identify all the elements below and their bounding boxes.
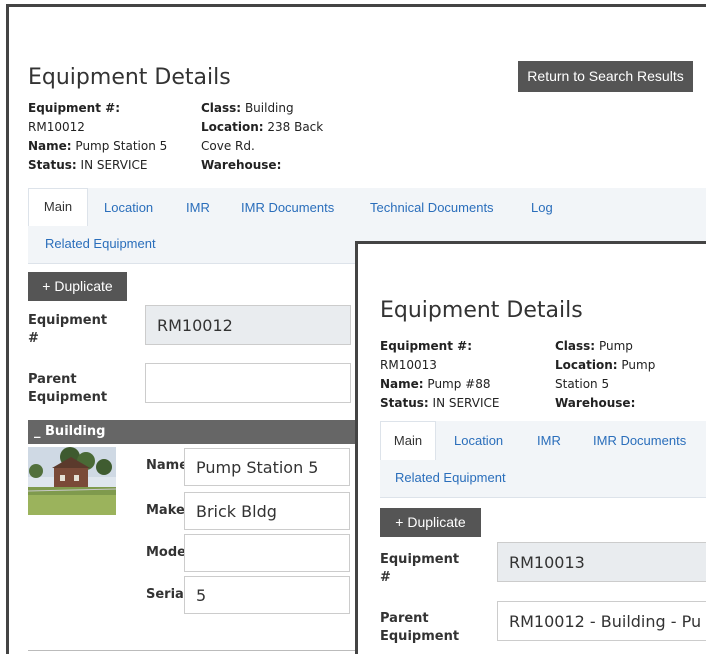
building-section-header[interactable]: _ Building — [28, 420, 368, 444]
name-subfield-label: Name — [146, 458, 189, 473]
equipment-number-value: RM10012 — [28, 120, 85, 134]
divider — [28, 650, 363, 651]
equipment-number-value: RM10013 — [380, 358, 437, 372]
location-value: Pump — [621, 358, 656, 372]
duplicate-button[interactable]: + Duplicate — [28, 272, 127, 301]
building-photo — [28, 447, 116, 515]
class-value: Building — [244, 101, 294, 115]
name-subfield-input[interactable]: Pump Station 5 — [184, 448, 350, 486]
warehouse-label: Warehouse: — [555, 396, 636, 410]
tab-technical-documents[interactable]: Technical Documents — [370, 200, 494, 215]
duplicate-button[interactable]: + Duplicate — [380, 508, 481, 537]
tab-location[interactable]: Location — [104, 200, 153, 215]
warehouse-label: Warehouse: — [201, 158, 282, 172]
name-label: Name: — [380, 377, 424, 391]
tab-related-equipment[interactable]: Related Equipment — [45, 236, 156, 251]
name-label: Name: — [28, 139, 72, 153]
equipment-meta-right: Class: Building Location: 238 Back Cove … — [201, 99, 351, 175]
equipment-meta-left: Equipment #: RM10013 Name: Pump #88 Stat… — [380, 337, 540, 413]
make-subfield-input[interactable]: Brick Bldg — [184, 492, 350, 530]
status-value: IN SERVICE — [432, 396, 500, 410]
page-title: Equipment Details — [380, 298, 583, 323]
equipment-number-label: Equipment #: — [28, 101, 120, 115]
parent-equipment-field-label: Parent Equipment — [380, 611, 460, 644]
serial-subfield-input[interactable]: 5 — [184, 576, 350, 614]
name-value: Pump Station 5 — [75, 139, 168, 153]
equipment-meta-right: Class: Pump Location: Pump Station 5 War… — [555, 337, 705, 413]
class-label: Class: — [201, 101, 242, 115]
model-subfield-label: Mode — [146, 545, 186, 560]
parent-equipment-input[interactable]: RM10012 - Building - Pu — [497, 601, 706, 641]
equipment-number-input[interactable]: RM10013 — [497, 542, 706, 582]
location-value-cont: Cove Rd. — [201, 139, 255, 153]
tab-related-equipment[interactable]: Related Equipment — [395, 470, 506, 485]
make-subfield-label: Make — [146, 503, 185, 518]
tab-main[interactable]: Main — [380, 421, 436, 460]
window-edge — [654, 241, 706, 244]
status-label: Status: — [380, 396, 429, 410]
status-label: Status: — [28, 158, 77, 172]
tab-imr[interactable]: IMR — [186, 200, 210, 215]
parent-equipment-input[interactable] — [145, 363, 351, 403]
tab-main[interactable]: Main — [28, 188, 88, 226]
tab-imr[interactable]: IMR — [537, 433, 561, 448]
equipment-number-field-label: Equipment # — [28, 313, 108, 346]
model-subfield-input[interactable] — [184, 534, 350, 572]
equipment-number-field-label: Equipment # — [380, 552, 460, 585]
name-value: Pump #88 — [427, 377, 491, 391]
tab-bar: Main Location IMR IMR Documents Related … — [380, 421, 706, 498]
location-label: Location: — [201, 120, 264, 134]
return-to-search-results-button[interactable]: Return to Search Results — [518, 61, 693, 92]
tab-imr-documents[interactable]: IMR Documents — [593, 433, 686, 448]
location-value-cont: Station 5 — [555, 377, 610, 391]
tab-imr-documents[interactable]: IMR Documents — [241, 200, 334, 215]
tab-log[interactable]: Log — [531, 200, 553, 215]
location-value: 238 Back — [267, 120, 324, 134]
window-edge — [306, 4, 356, 7]
tab-location[interactable]: Location — [454, 433, 503, 448]
equipment-meta-left: Equipment #: RM10012 Name: Pump Station … — [28, 99, 188, 175]
class-value: Pump — [598, 339, 633, 353]
serial-subfield-label: Serial — [146, 587, 189, 602]
page-title: Equipment Details — [28, 65, 231, 90]
equipment-number-input[interactable]: RM10012 — [145, 305, 351, 345]
equipment-details-window-front: Equipment Details Equipment #: RM10013 N… — [355, 241, 706, 654]
class-label: Class: — [555, 339, 596, 353]
location-label: Location: — [555, 358, 618, 372]
equipment-number-label: Equipment #: — [380, 339, 472, 353]
status-value: IN SERVICE — [80, 158, 148, 172]
parent-equipment-field-label: Parent Equipment — [28, 372, 108, 405]
